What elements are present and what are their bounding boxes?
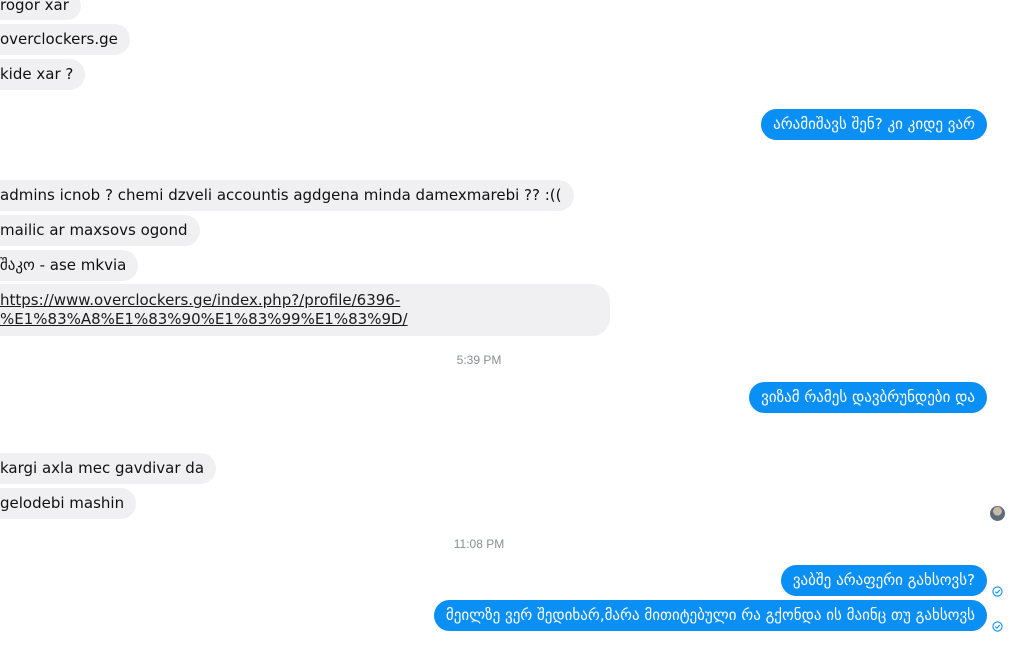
- check-circle-icon: [992, 621, 1003, 632]
- message-link[interactable]: https://www.overclockers.ge/index.php?/p…: [0, 291, 610, 310]
- timestamp: 5:39 PM: [456, 353, 502, 367]
- seen-avatar: [990, 506, 1005, 521]
- message-incoming[interactable]: kide xar ?: [0, 59, 86, 90]
- message-incoming[interactable]: kargi axla mec gavdivar da: [0, 453, 217, 484]
- message-text: overclockers.ge: [0, 30, 118, 48]
- message-incoming[interactable]: შაკო - ase mkvia: [0, 250, 139, 281]
- message-text: gelodebi mashin: [0, 494, 125, 512]
- timestamp: 11:08 PM: [453, 537, 505, 551]
- message-text: rogor xar: [0, 0, 69, 14]
- message-incoming-link[interactable]: https://www.overclockers.ge/index.php?/p…: [0, 284, 610, 336]
- message-outgoing[interactable]: ვაბშე არაფერი გახსოვს?: [780, 565, 987, 596]
- message-outgoing[interactable]: მეილზე ვერ შედიხარ,მარა მითიტებული რა გქ…: [433, 600, 987, 631]
- message-text: kargi axla mec gavdivar da: [0, 459, 205, 477]
- message-incoming[interactable]: admins icnob ? chemi dzveli accountis ag…: [0, 180, 574, 211]
- message-incoming[interactable]: gelodebi mashin: [0, 488, 137, 519]
- message-text: kide xar ?: [0, 65, 74, 83]
- message-incoming[interactable]: mailic ar maxsovs ogond: [0, 215, 200, 246]
- check-circle-icon: [992, 586, 1003, 597]
- message-text: მეილზე ვერ შედიხარ,მარა მითიტებული რა გქ…: [445, 606, 975, 624]
- message-text: შაკო - ase mkvia: [0, 256, 127, 274]
- message-text: admins icnob ? chemi dzveli accountis ag…: [0, 186, 562, 204]
- message-text: არამიშავს შენ? კი კიდე ვარ: [773, 115, 975, 133]
- message-text: ვაბშე არაფერი გახსოვს?: [792, 571, 975, 589]
- message-text: ვიზამ რამეს დავბრუნდები და: [761, 388, 975, 406]
- message-text: mailic ar maxsovs ogond: [0, 221, 188, 239]
- message-link-continued[interactable]: %E1%83%A8%E1%83%90%E1%83%99%E1%83%9D/: [0, 310, 610, 329]
- message-incoming[interactable]: overclockers.ge: [0, 24, 130, 55]
- message-outgoing[interactable]: არამიშავს შენ? კი კიდე ვარ: [761, 109, 987, 140]
- message-outgoing[interactable]: ვიზამ რამეს დავბრუნდები და: [749, 382, 987, 413]
- message-incoming[interactable]: rogor xar: [0, 0, 81, 20]
